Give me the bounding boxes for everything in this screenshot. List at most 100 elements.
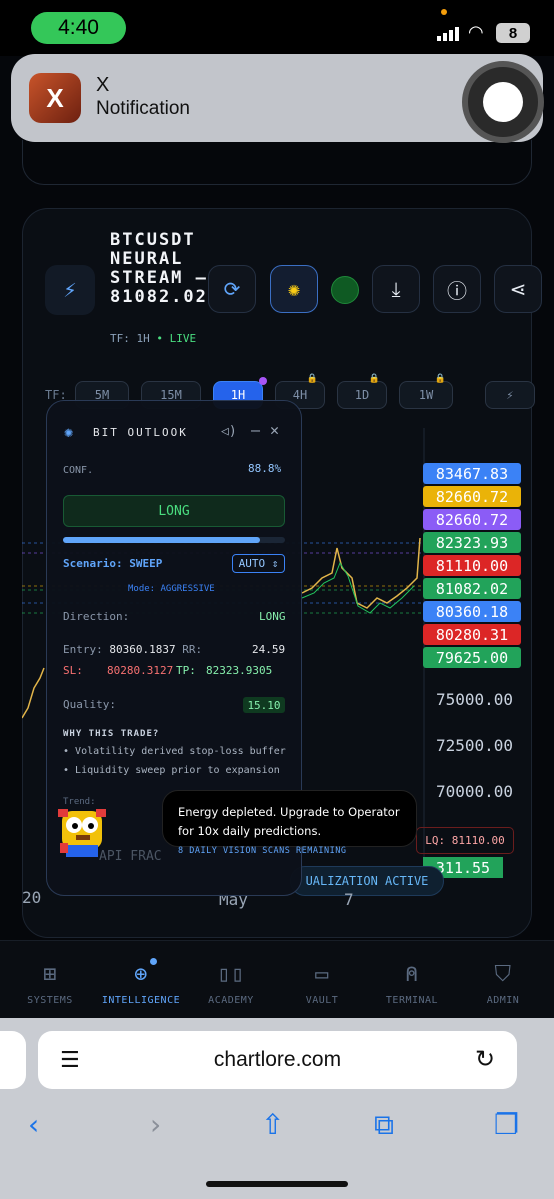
auto-label: AUTO	[238, 557, 266, 570]
mascot-avatar[interactable]	[52, 803, 112, 863]
tab-1d-label: 1D	[354, 388, 370, 402]
confidence-fill	[63, 537, 261, 543]
download-icon: ⤓	[391, 277, 401, 301]
grid-icon: ⊞	[43, 962, 57, 987]
entry-label: Entry:	[63, 643, 103, 656]
nav-systems[interactable]: ⊞ SYSTEMS	[5, 962, 95, 1006]
y-axis-label: 70000.00	[436, 782, 514, 801]
page-menu-icon[interactable]: ☰	[60, 1048, 80, 1073]
nav-vault[interactable]: ▭ VAULT	[277, 962, 367, 1006]
nav-admin[interactable]: ⛉ ADMIN	[458, 962, 548, 1006]
toast-sub: 8 DAILY VISION SCANS REMAINING	[178, 846, 347, 856]
x-axis-label: 7	[344, 890, 354, 909]
minimize-icon[interactable]: —	[251, 421, 260, 439]
tab-4h-label: 4H	[292, 388, 308, 402]
nav-label: ACADEMY	[208, 995, 254, 1006]
record-button[interactable]	[462, 61, 544, 143]
volume-icon[interactable]: ◁)	[221, 424, 237, 439]
download-button[interactable]: ⤓	[372, 265, 420, 313]
forward-icon[interactable]: ›	[150, 1108, 161, 1141]
previous-card-edge	[22, 140, 532, 185]
share-icon: ⋖	[509, 277, 527, 301]
stream-title: BTCUSDT NEURAL STREAM — 81082.02	[110, 230, 208, 307]
tf-label: TF: 1H	[110, 332, 150, 345]
quality-label: Quality:	[63, 698, 116, 711]
scenario-key: Scenario:	[63, 557, 123, 570]
auto-select[interactable]: AUTO ⇕	[232, 554, 285, 573]
signal-long: LONG	[63, 495, 285, 527]
lock-icon: 🔒	[434, 374, 446, 384]
price-tag: 81110.00	[423, 555, 521, 576]
nav-label: SYSTEMS	[27, 995, 73, 1006]
info-button[interactable]: ⓘ	[433, 265, 481, 313]
wifi-icon: ◠	[468, 22, 484, 43]
previous-tab[interactable]	[0, 1031, 26, 1089]
price-tag: 81082.02	[423, 578, 521, 599]
confidence-bar	[63, 537, 285, 543]
status-dot[interactable]	[331, 276, 359, 304]
url-text: chartlore.com	[213, 1048, 342, 1071]
home-indicator	[206, 1181, 348, 1187]
tp-label: TP:	[176, 664, 196, 677]
tab-1d[interactable]: 1D 🔒	[337, 374, 387, 409]
bolt-icon: ⚡	[45, 265, 95, 315]
bolt-small-icon: ⚡	[506, 388, 514, 402]
reason-text: Volatility derived stop-loss buffer	[75, 746, 286, 757]
nav-terminal[interactable]: ⍝ TERMINAL	[367, 962, 457, 1006]
entry-value: 80360.1837	[109, 643, 176, 656]
notification-body: Notification	[96, 98, 190, 119]
refresh-button[interactable]: ⟳	[208, 265, 256, 313]
conf-label: CONF.	[63, 465, 94, 476]
back-icon[interactable]: ‹	[28, 1108, 39, 1141]
tab-more[interactable]: ⚡	[485, 381, 535, 409]
tab-1w-label: 1W	[418, 388, 434, 402]
record-icon	[483, 82, 523, 122]
reload-icon[interactable]: ↻	[475, 1045, 495, 1073]
tab-1w[interactable]: 1W 🔒	[399, 374, 453, 409]
quality-badge: 15.10	[243, 697, 285, 713]
share-button[interactable]: ⋖	[494, 265, 542, 313]
battery-indicator: 8	[496, 23, 530, 43]
sl-label: SL:	[63, 664, 83, 677]
visualization-pill[interactable]: UALIZATION ACTIVE	[290, 866, 444, 896]
nav-active-dot	[150, 958, 157, 965]
tabs-icon[interactable]: ❐	[494, 1108, 519, 1141]
user-icon: ⍝	[405, 962, 419, 987]
price-tag: 82323.93	[423, 532, 521, 553]
lq-label: LQ: 81110.00	[416, 827, 514, 854]
status-time: 4:40	[31, 12, 126, 44]
reason-item: • Volatility derived stop-loss buffer	[63, 746, 286, 757]
share-sheet-icon[interactable]: ⇧	[261, 1108, 284, 1141]
bookmarks-icon[interactable]: ⧉	[374, 1108, 394, 1142]
x-axis-label: 20	[22, 888, 42, 907]
nav-label: TERMINAL	[385, 995, 439, 1006]
nav-label: ADMIN	[486, 995, 520, 1006]
y-axis-label: 72500.00	[436, 736, 514, 755]
lock-icon: 🔒	[306, 374, 318, 384]
notification-title: X	[96, 74, 110, 96]
price-tag: 80280.31	[423, 624, 521, 645]
toast-line1: Energy depleted. Upgrade to Operator	[178, 805, 400, 819]
direction-value: LONG	[259, 610, 286, 623]
reason-text: Liquidity sweep prior to expansion	[75, 765, 280, 776]
mode-label: Mode: AGGRESSIVE	[128, 584, 215, 594]
close-icon[interactable]: ✕	[270, 421, 279, 439]
lock-icon: 🔒	[368, 374, 380, 384]
direction-label: Direction:	[63, 610, 130, 623]
why-title: WHY THIS TRADE?	[63, 729, 160, 739]
lightbulb-icon: ✺	[64, 423, 74, 441]
shield-icon: ⛉	[494, 962, 512, 987]
nav-label: VAULT	[305, 995, 339, 1006]
nav-intelligence[interactable]: ⊕ INTELLIGENCE	[96, 962, 186, 1006]
wallet-icon: ▭	[315, 962, 329, 987]
price-tag: 82660.72	[423, 486, 521, 507]
insight-button[interactable]: ✺	[270, 265, 318, 313]
price-tag: 82660.72	[423, 509, 521, 530]
orange-dot-indicator	[441, 9, 447, 15]
chevron-updown-icon: ⇕	[271, 557, 279, 570]
nav-academy[interactable]: ▯▯ ACADEMY	[186, 962, 276, 1006]
scenario-label: Scenario: SWEEP	[63, 557, 162, 570]
url-bar[interactable]: chartlore.com	[38, 1031, 517, 1089]
price-tag: 83467.83	[423, 463, 521, 484]
nav-label: INTELLIGENCE	[101, 995, 181, 1006]
